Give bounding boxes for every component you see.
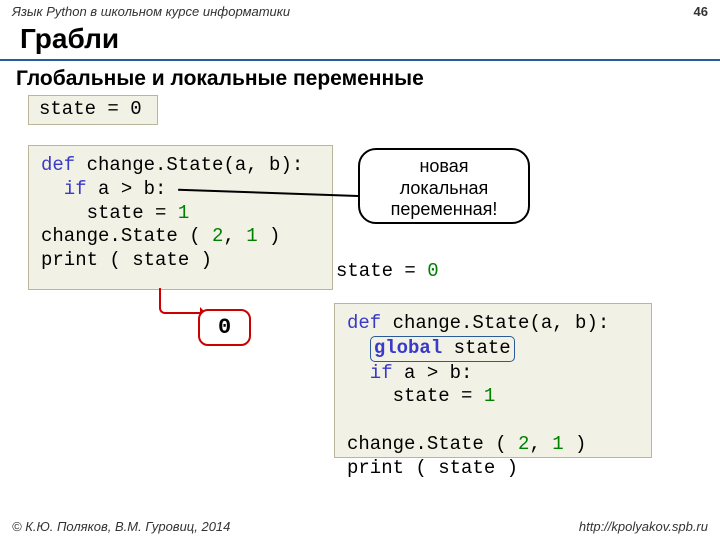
t: , <box>529 433 552 455</box>
t: change.State(a, b): <box>75 154 303 176</box>
t: ) <box>258 225 281 247</box>
t: print ( state ) <box>347 457 518 479</box>
t: state = <box>347 385 484 407</box>
t: , <box>223 225 246 247</box>
slide-subtitle: Глобальные и локальные переменные <box>0 61 720 97</box>
n: 1 <box>484 385 495 407</box>
kw: if <box>347 362 393 384</box>
n: 2 <box>518 433 529 455</box>
t: a > b: <box>87 178 167 200</box>
n: 1 <box>552 433 563 455</box>
code-text: state = 0 <box>39 98 142 120</box>
n: 2 <box>212 225 223 247</box>
slide-footer: © К.Ю. Поляков, В.М. Гуровиц, 2014 http:… <box>12 519 708 534</box>
n: 1 <box>178 202 189 224</box>
code-left-main: def change.State(a, b): if a > b: state … <box>28 145 333 290</box>
callout-bubble: новая локальная переменная! <box>358 148 530 224</box>
t: ) <box>564 433 587 455</box>
slide-title: Грабли <box>0 21 720 61</box>
t: state = <box>336 260 427 282</box>
t: a > b: <box>393 362 473 384</box>
code-right-main: def change.State(a, b): global state if … <box>334 303 652 458</box>
footer-url: http://kpolyakov.spb.ru <box>579 519 708 534</box>
t: change.State ( <box>347 433 518 455</box>
page-number: 46 <box>694 4 708 19</box>
callout-line2: локальная <box>360 178 528 200</box>
state-line-right: state = 0 <box>336 260 439 282</box>
code-state-init: state = 0 <box>28 95 158 125</box>
kw: if <box>41 178 87 200</box>
t: state <box>442 337 510 359</box>
t: print ( state ) <box>41 249 212 271</box>
kw: def <box>347 312 381 334</box>
t: state = <box>41 202 178 224</box>
global-highlight: global state <box>370 336 515 362</box>
kw: def <box>41 154 75 176</box>
t: change.State(a, b): <box>381 312 609 334</box>
n: 1 <box>246 225 257 247</box>
result-badge: 0 <box>198 309 251 346</box>
callout-line1: новая <box>360 156 528 178</box>
t: change.State ( <box>41 225 212 247</box>
n: 0 <box>427 260 438 282</box>
kw: global <box>374 337 442 359</box>
copyright: © К.Ю. Поляков, В.М. Гуровиц, 2014 <box>12 519 230 534</box>
slide-header: Язык Python в школьном курсе информатики… <box>0 0 720 21</box>
course-title: Язык Python в школьном курсе информатики <box>12 4 290 19</box>
callout-line3: переменная! <box>360 199 528 221</box>
